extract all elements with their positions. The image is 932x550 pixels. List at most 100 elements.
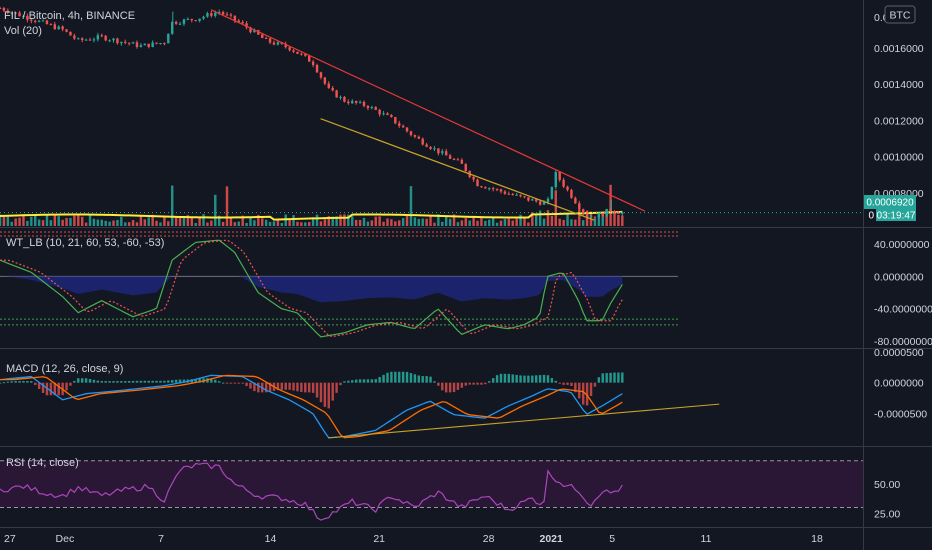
volume-bar	[495, 222, 499, 226]
candle-body	[210, 13, 213, 16]
candle-body	[499, 189, 503, 192]
candle-body	[339, 96, 342, 98]
macd-histogram-bar	[405, 371, 409, 383]
candle-body	[104, 35, 107, 41]
candle-body	[378, 109, 381, 115]
volume-bar	[34, 215, 37, 226]
trading-chart[interactable]: 0.0016000 0.0014000 0.0012000 0.0010000 0.00…	[0, 0, 932, 550]
volume-bar	[480, 216, 483, 226]
macd-histogram-bar	[311, 382, 315, 393]
x-tick-label: 2021	[540, 533, 564, 545]
candle-body	[593, 216, 597, 218]
currency-button[interactable]: BTC	[884, 5, 916, 24]
last-price-badge: 0.0006920	[864, 195, 916, 209]
macd-histogram-bar	[221, 382, 225, 384]
rsi-tick-label: 25.00	[874, 508, 900, 520]
macd-histogram-bar	[550, 378, 554, 383]
macd-histogram-bar	[6, 381, 10, 383]
macd-histogram-bar	[401, 371, 405, 383]
price-tick-label: 0.0014000	[874, 79, 924, 91]
wt-tick-label: 0.0000000	[874, 271, 924, 283]
macd-histogram-bar	[300, 382, 303, 393]
macd-histogram-bar	[460, 382, 464, 388]
candle-body	[88, 39, 92, 41]
volume-bar	[6, 216, 10, 226]
candle-body	[570, 189, 573, 198]
macd-histogram-bar	[546, 375, 550, 383]
volume-bar	[104, 220, 107, 226]
volume-bar	[409, 186, 413, 226]
macd-legend[interactable]: MACD (12, 26, close, 9)	[6, 363, 123, 375]
macd-histogram-bar	[433, 381, 436, 383]
volume-bar	[296, 221, 299, 226]
volume-bar	[45, 214, 49, 226]
candle-body	[354, 100, 358, 103]
candle-body	[425, 144, 428, 147]
volume-bar	[268, 221, 272, 226]
macd-histogram-bar	[398, 371, 401, 383]
candle-body	[519, 194, 522, 197]
volume-bar	[80, 216, 84, 226]
volume-bar	[488, 219, 491, 226]
macd-histogram-bar	[421, 376, 424, 383]
candle-body	[178, 23, 182, 25]
macd-tick-label: 0.0000500	[874, 347, 924, 359]
price-tick-label: 0.0016000	[874, 43, 924, 55]
candle-body	[174, 21, 178, 24]
macd-histogram-bar	[425, 376, 428, 383]
candle-body	[268, 38, 272, 43]
candle-body	[73, 35, 76, 39]
macd-histogram-bar	[14, 381, 17, 383]
macd-histogram-bar	[378, 376, 381, 383]
volume-bar	[92, 218, 96, 226]
candle-body	[472, 176, 475, 180]
volume-bar	[542, 218, 546, 226]
volume-bar	[108, 221, 111, 226]
macd-histogram-bar	[307, 382, 311, 393]
macd-histogram-bar	[292, 382, 295, 391]
macd-histogram-bar	[448, 382, 452, 393]
volume-bar	[550, 215, 554, 226]
macd-histogram-bar	[362, 379, 366, 383]
macd-histogram-bar	[464, 382, 467, 386]
x-tick-label: 11	[701, 533, 712, 545]
candle-body	[151, 42, 154, 47]
candle-body	[127, 42, 131, 44]
macd-histogram-bar	[34, 382, 37, 386]
rsi-legend[interactable]: RSI (14, close)	[6, 457, 79, 469]
macd-histogram-bar	[323, 382, 327, 407]
symbol-legend[interactable]: FIL / Bitcoin, 4h, BINANCE	[4, 10, 135, 22]
candle-body	[143, 43, 147, 46]
macd-histogram-bar	[120, 381, 123, 383]
volume-bar	[491, 217, 495, 226]
volume-legend[interactable]: Vol (20)	[4, 25, 42, 37]
x-tick-label: Dec	[56, 533, 75, 545]
volume-bar	[390, 219, 393, 226]
candle-body	[409, 131, 413, 136]
candle-body	[300, 53, 303, 55]
candle-body	[390, 114, 393, 118]
macd-histogram-bar	[589, 382, 593, 397]
volume-bar	[249, 217, 252, 226]
volume-bar	[386, 218, 389, 226]
volume-bar	[417, 218, 421, 226]
candle-body	[261, 34, 264, 39]
volume-bar	[425, 218, 428, 226]
volume-bar	[319, 221, 323, 226]
macd-histogram-bar	[10, 381, 13, 383]
volume-bar	[394, 221, 397, 226]
candle-body	[464, 163, 467, 171]
wavetrend-legend[interactable]: WT_LB (10, 21, 60, 53, -60, -53)	[6, 237, 164, 249]
volume-bar	[570, 219, 573, 226]
candle-body	[574, 197, 577, 204]
volume-bar	[96, 219, 100, 226]
macd-histogram-bar	[245, 382, 248, 387]
macd-histogram-bar	[503, 373, 507, 383]
macd-histogram-bar	[2, 382, 6, 384]
volume-bar	[30, 216, 33, 226]
macd-histogram-bar	[92, 379, 96, 383]
macd-histogram-bar	[18, 381, 21, 383]
macd-histogram-bar	[131, 380, 135, 383]
volume-bar	[229, 218, 233, 226]
candle-body	[398, 123, 401, 126]
